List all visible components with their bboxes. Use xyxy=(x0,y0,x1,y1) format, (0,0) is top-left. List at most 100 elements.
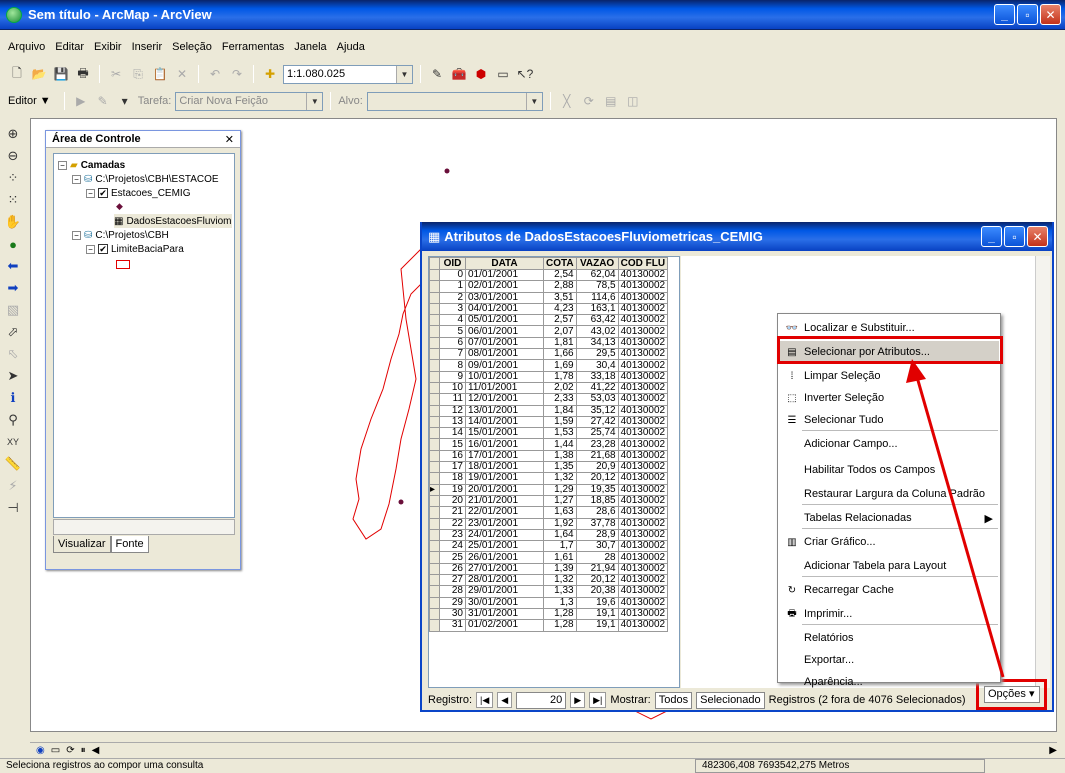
table-cell[interactable]: 1,64 xyxy=(543,528,577,542)
table-cell[interactable]: 30/01/2001 xyxy=(465,596,544,609)
table-cell[interactable]: 31 xyxy=(439,619,466,632)
table-cell[interactable]: 1,29 xyxy=(543,483,577,496)
show-selected-button[interactable]: Selecionado xyxy=(696,691,765,709)
table-cell[interactable]: 2,02 xyxy=(543,381,577,395)
table-cell[interactable]: 2,57 xyxy=(543,314,577,327)
table-cell[interactable]: 14/01/2001 xyxy=(465,415,544,429)
row-selector[interactable] xyxy=(429,619,440,632)
table-cell[interactable]: 28 xyxy=(575,551,619,564)
table-cell[interactable]: 26 xyxy=(439,562,466,576)
table-cell[interactable]: 1,63 xyxy=(543,506,577,519)
table-cell[interactable]: 40130002 xyxy=(617,528,669,542)
back-extent-icon[interactable]: ⬅ xyxy=(2,256,24,276)
table-row[interactable]: 29 30/01/2001 1,3 19,6 40130002 xyxy=(429,596,669,609)
table-row[interactable]: 9 10/01/2001 1,78 33,18 40130002 xyxy=(429,370,669,383)
table-cell[interactable]: 1,78 xyxy=(543,370,577,383)
row-selector[interactable] xyxy=(429,585,440,598)
row-selector[interactable] xyxy=(429,461,440,474)
table-cell[interactable]: 40130002 xyxy=(617,302,669,316)
table-vertical-scrollbar[interactable] xyxy=(1035,256,1050,688)
rotate-tool-icon[interactable]: ⟳ xyxy=(580,92,598,110)
table-cell[interactable]: 05/01/2001 xyxy=(465,314,544,327)
go-to-xy-icon[interactable]: XY xyxy=(2,432,24,452)
table-cell[interactable]: 1,3 xyxy=(543,596,577,609)
table-cell[interactable]: 43,02 xyxy=(575,325,619,338)
table-cell[interactable]: 28/01/2001 xyxy=(465,574,544,587)
table-row[interactable]: 31 01/02/2001 1,28 19,1 40130002 xyxy=(429,619,669,632)
table-cell[interactable]: 53,03 xyxy=(575,393,619,406)
row-selector[interactable]: ▸ xyxy=(429,483,440,496)
table-cell[interactable]: 29,5 xyxy=(575,348,619,361)
table-cell[interactable]: 20,9 xyxy=(575,461,619,474)
attributes-icon[interactable]: ▤ xyxy=(602,92,620,110)
table-row[interactable]: 10 11/01/2001 2,02 41,22 40130002 xyxy=(429,381,669,395)
table-cell[interactable]: 40130002 xyxy=(617,585,669,598)
table-cell[interactable]: 40130002 xyxy=(617,336,669,350)
table-cell[interactable]: 28,9 xyxy=(575,528,619,542)
table-cell[interactable]: 24 xyxy=(439,540,466,553)
table-cell[interactable]: 03/01/2001 xyxy=(465,291,544,304)
tarefa-combo[interactable]: Criar Nova Feição ▼ xyxy=(175,91,324,111)
table-cell[interactable]: 1,28 xyxy=(543,619,577,632)
scroll-right-icon[interactable]: ▶ xyxy=(1049,745,1057,756)
maximize-button[interactable]: ▫ xyxy=(1017,4,1038,25)
table-row[interactable]: 23 24/01/2001 1,64 28,9 40130002 xyxy=(429,528,669,542)
table-row[interactable]: 15 16/01/2001 1,44 23,28 40130002 xyxy=(429,438,669,451)
row-selector[interactable] xyxy=(429,415,440,429)
table-cell[interactable]: 21 xyxy=(439,506,466,519)
table-row[interactable]: 0 01/01/2001 2,54 62,04 40130002 xyxy=(429,268,669,282)
table-cell[interactable]: 21,94 xyxy=(575,562,619,576)
column-header[interactable]: OID xyxy=(439,257,466,270)
table-cell[interactable]: 18 xyxy=(439,472,466,485)
table-cell[interactable]: 1 xyxy=(439,280,466,293)
table-cell[interactable]: 18/01/2001 xyxy=(465,461,544,474)
table-cell[interactable]: 40130002 xyxy=(617,404,669,417)
table-cell[interactable]: 07/01/2001 xyxy=(465,336,544,350)
split-tool-icon[interactable]: ╳ xyxy=(558,92,576,110)
fixed-zoom-in-icon[interactable]: ⁘ xyxy=(2,168,24,188)
table-row[interactable]: 22 23/01/2001 1,92 37,78 40130002 xyxy=(429,517,669,530)
clear-selected-icon[interactable]: ⬁ xyxy=(2,344,24,364)
table-cell[interactable]: 12/01/2001 xyxy=(465,393,544,406)
table-row[interactable]: 20 21/01/2001 1,27 18,85 40130002 xyxy=(429,494,669,508)
row-selector-header[interactable] xyxy=(429,257,440,270)
table-cell[interactable]: 25 xyxy=(439,551,466,564)
row-selector[interactable] xyxy=(429,540,440,553)
measure-icon[interactable]: 📏 xyxy=(2,454,24,474)
table-row[interactable]: 26 27/01/2001 1,39 21,94 40130002 xyxy=(429,562,669,576)
table-cell[interactable]: 1,66 xyxy=(543,348,577,361)
table-cell[interactable]: 27 xyxy=(439,574,466,587)
table-cell[interactable]: 19 xyxy=(439,483,466,496)
sketch-properties-icon[interactable]: ◫ xyxy=(624,92,642,110)
time-slider-icon[interactable]: ⊣ xyxy=(2,498,24,518)
row-selector[interactable] xyxy=(429,517,440,530)
column-header[interactable]: DATA xyxy=(465,257,544,270)
table-cell[interactable]: 40130002 xyxy=(617,540,669,553)
tree-node-path1[interactable]: − ⛁ C:\Projetos\CBH\ESTACOE xyxy=(72,172,219,186)
editor-toolbar-icon[interactable]: ✎ xyxy=(428,65,446,83)
row-selector[interactable] xyxy=(429,393,440,406)
table-cell[interactable]: 40130002 xyxy=(617,472,669,485)
table-cell[interactable]: 11/01/2001 xyxy=(465,381,544,395)
menu-exibir[interactable]: Exibir xyxy=(94,41,122,53)
table-cell[interactable]: 1,81 xyxy=(543,336,577,350)
table-cell[interactable]: 2,88 xyxy=(543,280,577,293)
table-cell[interactable]: 29/01/2001 xyxy=(465,585,544,598)
table-cell[interactable]: 1,53 xyxy=(543,427,577,440)
select-pointer-icon[interactable]: ➤ xyxy=(2,366,24,386)
sketch-tool-icon[interactable]: ✎ xyxy=(94,92,112,110)
row-selector[interactable] xyxy=(429,381,440,395)
table-cell[interactable]: 40130002 xyxy=(617,415,669,429)
table-cell[interactable]: 1,39 xyxy=(543,562,577,576)
table-row[interactable]: 17 18/01/2001 1,35 20,9 40130002 xyxy=(429,461,669,474)
table-cell[interactable]: 40130002 xyxy=(617,619,669,632)
row-selector[interactable] xyxy=(429,506,440,519)
table-row[interactable]: 12 13/01/2001 1,84 35,12 40130002 xyxy=(429,404,669,417)
table-cell[interactable]: 1,27 xyxy=(543,494,577,508)
table-cell[interactable]: 17/01/2001 xyxy=(465,449,544,463)
table-cell[interactable]: 1,35 xyxy=(543,461,577,474)
attr-close-button[interactable]: ✕ xyxy=(1027,226,1048,247)
table-cell[interactable]: 40130002 xyxy=(617,574,669,587)
table-cell[interactable]: 22 xyxy=(439,517,466,530)
table-cell[interactable]: 30 xyxy=(439,607,466,621)
